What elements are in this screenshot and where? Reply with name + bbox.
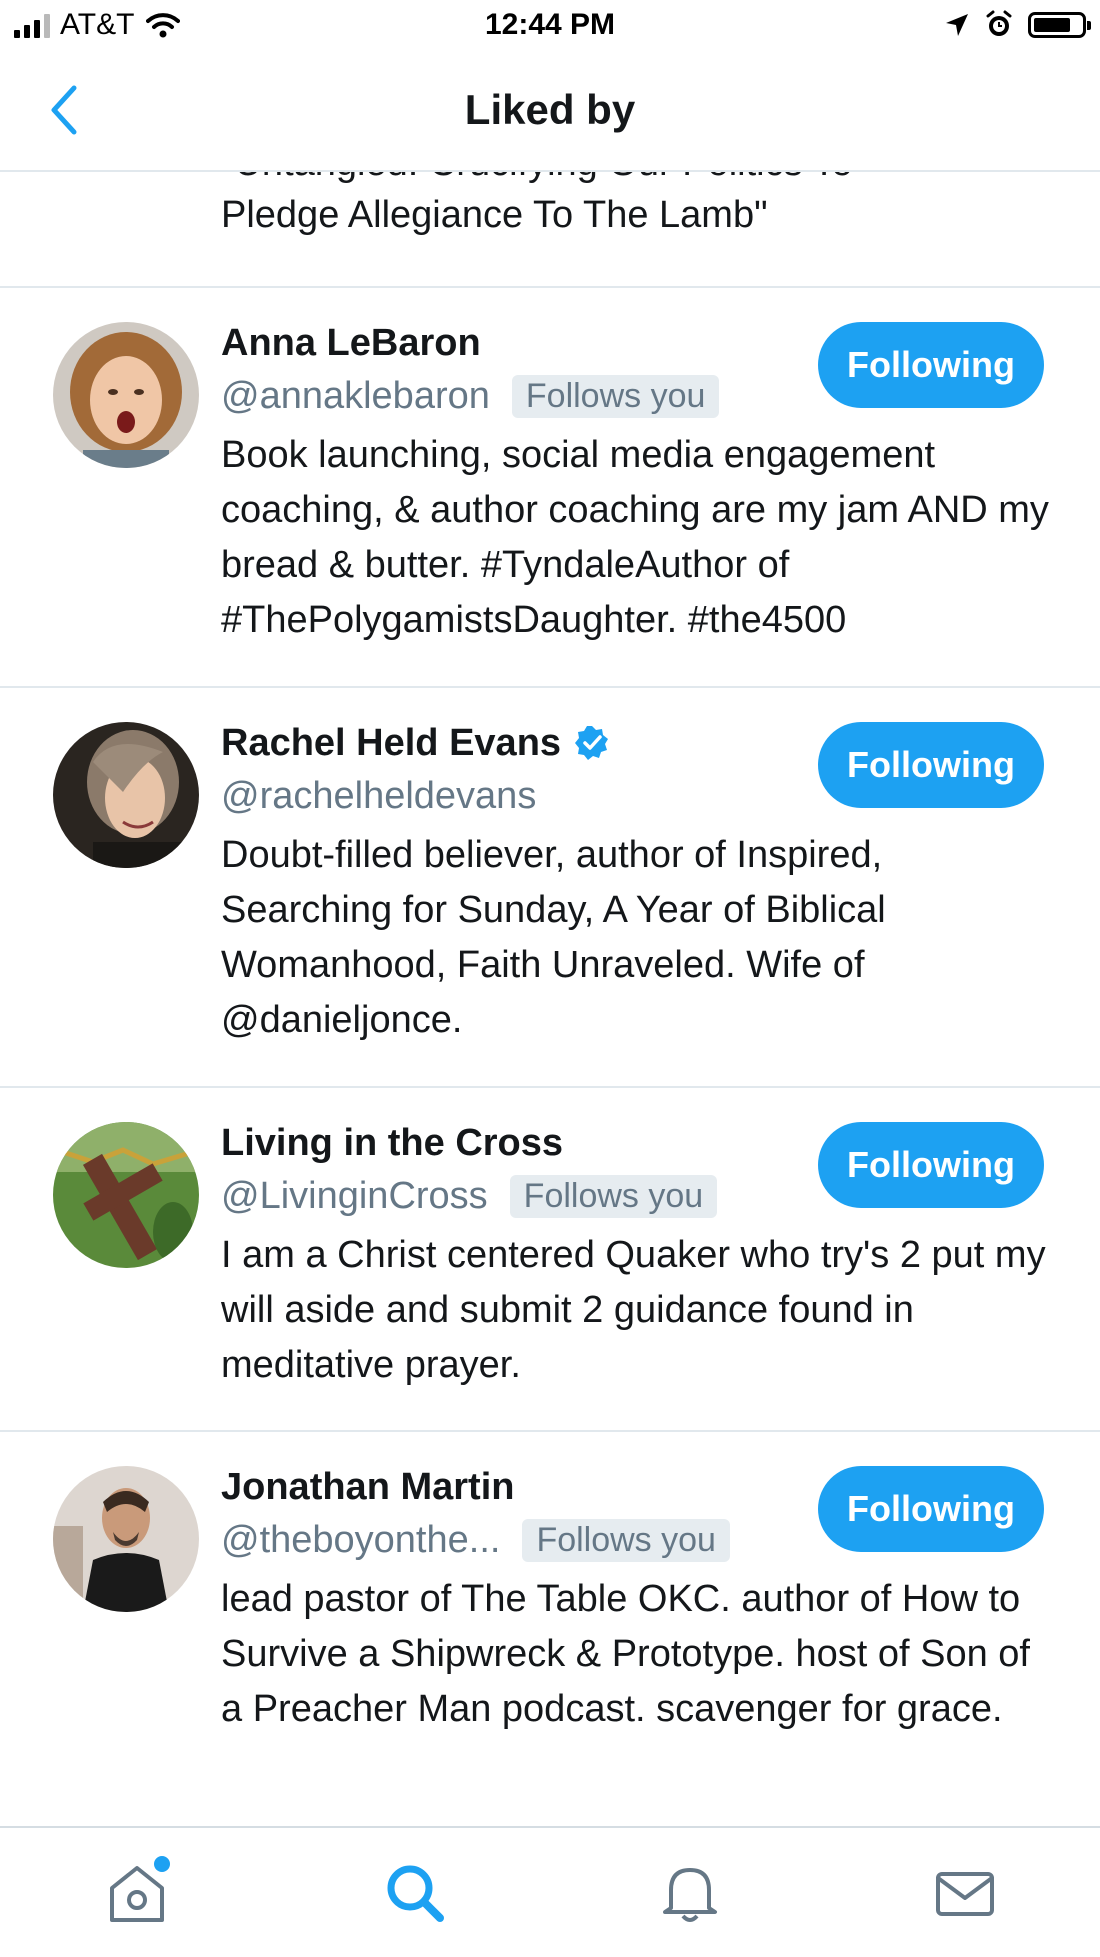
messages-envelope-icon <box>936 1872 994 1916</box>
following-button[interactable]: Following <box>818 722 1044 808</box>
user-bio: I am a Christ centered Quaker who try's … <box>221 1234 1046 1386</box>
follows-you-badge: Follows you <box>511 374 720 418</box>
tab-bar <box>0 1826 1100 1957</box>
navigation-header: Liked by <box>0 54 1100 172</box>
user-bio: lead pastor of The Table OKC. author of … <box>221 1578 1030 1730</box>
status-time: 12:44 PM <box>484 8 616 41</box>
user-name[interactable]: Living in the Cross <box>221 1122 563 1165</box>
tab-messages[interactable] <box>930 1858 1000 1928</box>
tab-search[interactable] <box>380 1858 450 1928</box>
notifications-bell-icon <box>663 1868 717 1922</box>
liked-by-list: "Untangled: Crucifying Our Politics To P… <box>0 172 1100 1824</box>
user-bio: Book launching, social media engagement … <box>221 434 1049 641</box>
avatar[interactable] <box>53 722 199 868</box>
avatar[interactable] <box>53 1466 199 1612</box>
bio-last-line: Pledge Allegiance To The Lamb" <box>221 194 768 236</box>
location-arrow-icon <box>946 14 968 36</box>
user-handle: @rachelheldevans <box>221 774 537 817</box>
tab-home[interactable] <box>102 1856 172 1928</box>
user-name[interactable]: Anna LeBaron <box>221 322 481 365</box>
unread-dot <box>154 1856 170 1872</box>
status-right <box>944 10 1091 40</box>
search-icon <box>387 1865 444 1922</box>
user-row[interactable]: Rachel Held Evans @rachelheldevans Doubt… <box>0 688 1100 1088</box>
user-row[interactable]: Jonathan Martin @theboyonthe... Follows … <box>0 1432 1100 1824</box>
status-bar: AT&T 12:44 PM <box>0 0 1100 54</box>
user-name[interactable]: Jonathan Martin <box>221 1466 514 1509</box>
list-item-partial[interactable]: "Untangled: Crucifying Our Politics To P… <box>0 172 1100 288</box>
user-row[interactable]: Anna LeBaron @annaklebaron Follows you B… <box>0 288 1100 688</box>
alarm-icon <box>986 10 1012 36</box>
follows-you-badge: Follows you <box>509 1174 718 1218</box>
bio-clipped-line: "Untangled: Crucifying Our Politics To <box>221 172 853 185</box>
follows-you-badge: Follows you <box>522 1518 730 1562</box>
avatar[interactable] <box>53 322 199 468</box>
user-bio: Doubt-filled believer, author of Inspire… <box>221 834 886 1041</box>
page-title: Liked by <box>464 86 636 133</box>
tab-notifications[interactable] <box>655 1858 725 1928</box>
following-button[interactable]: Following <box>818 1466 1044 1552</box>
following-button[interactable]: Following <box>818 322 1044 408</box>
battery-icon <box>1028 12 1091 38</box>
user-handle: @LivinginCross <box>221 1174 488 1217</box>
user-name[interactable]: Rachel Held Evans <box>221 722 561 765</box>
following-button[interactable]: Following <box>818 1122 1044 1208</box>
user-row[interactable]: Living in the Cross @LivinginCross Follo… <box>0 1088 1100 1432</box>
verified-badge-icon <box>575 726 609 760</box>
user-handle: @annaklebaron <box>221 374 490 417</box>
avatar[interactable] <box>53 1122 199 1268</box>
user-handle: @theboyonthe... <box>221 1518 501 1561</box>
